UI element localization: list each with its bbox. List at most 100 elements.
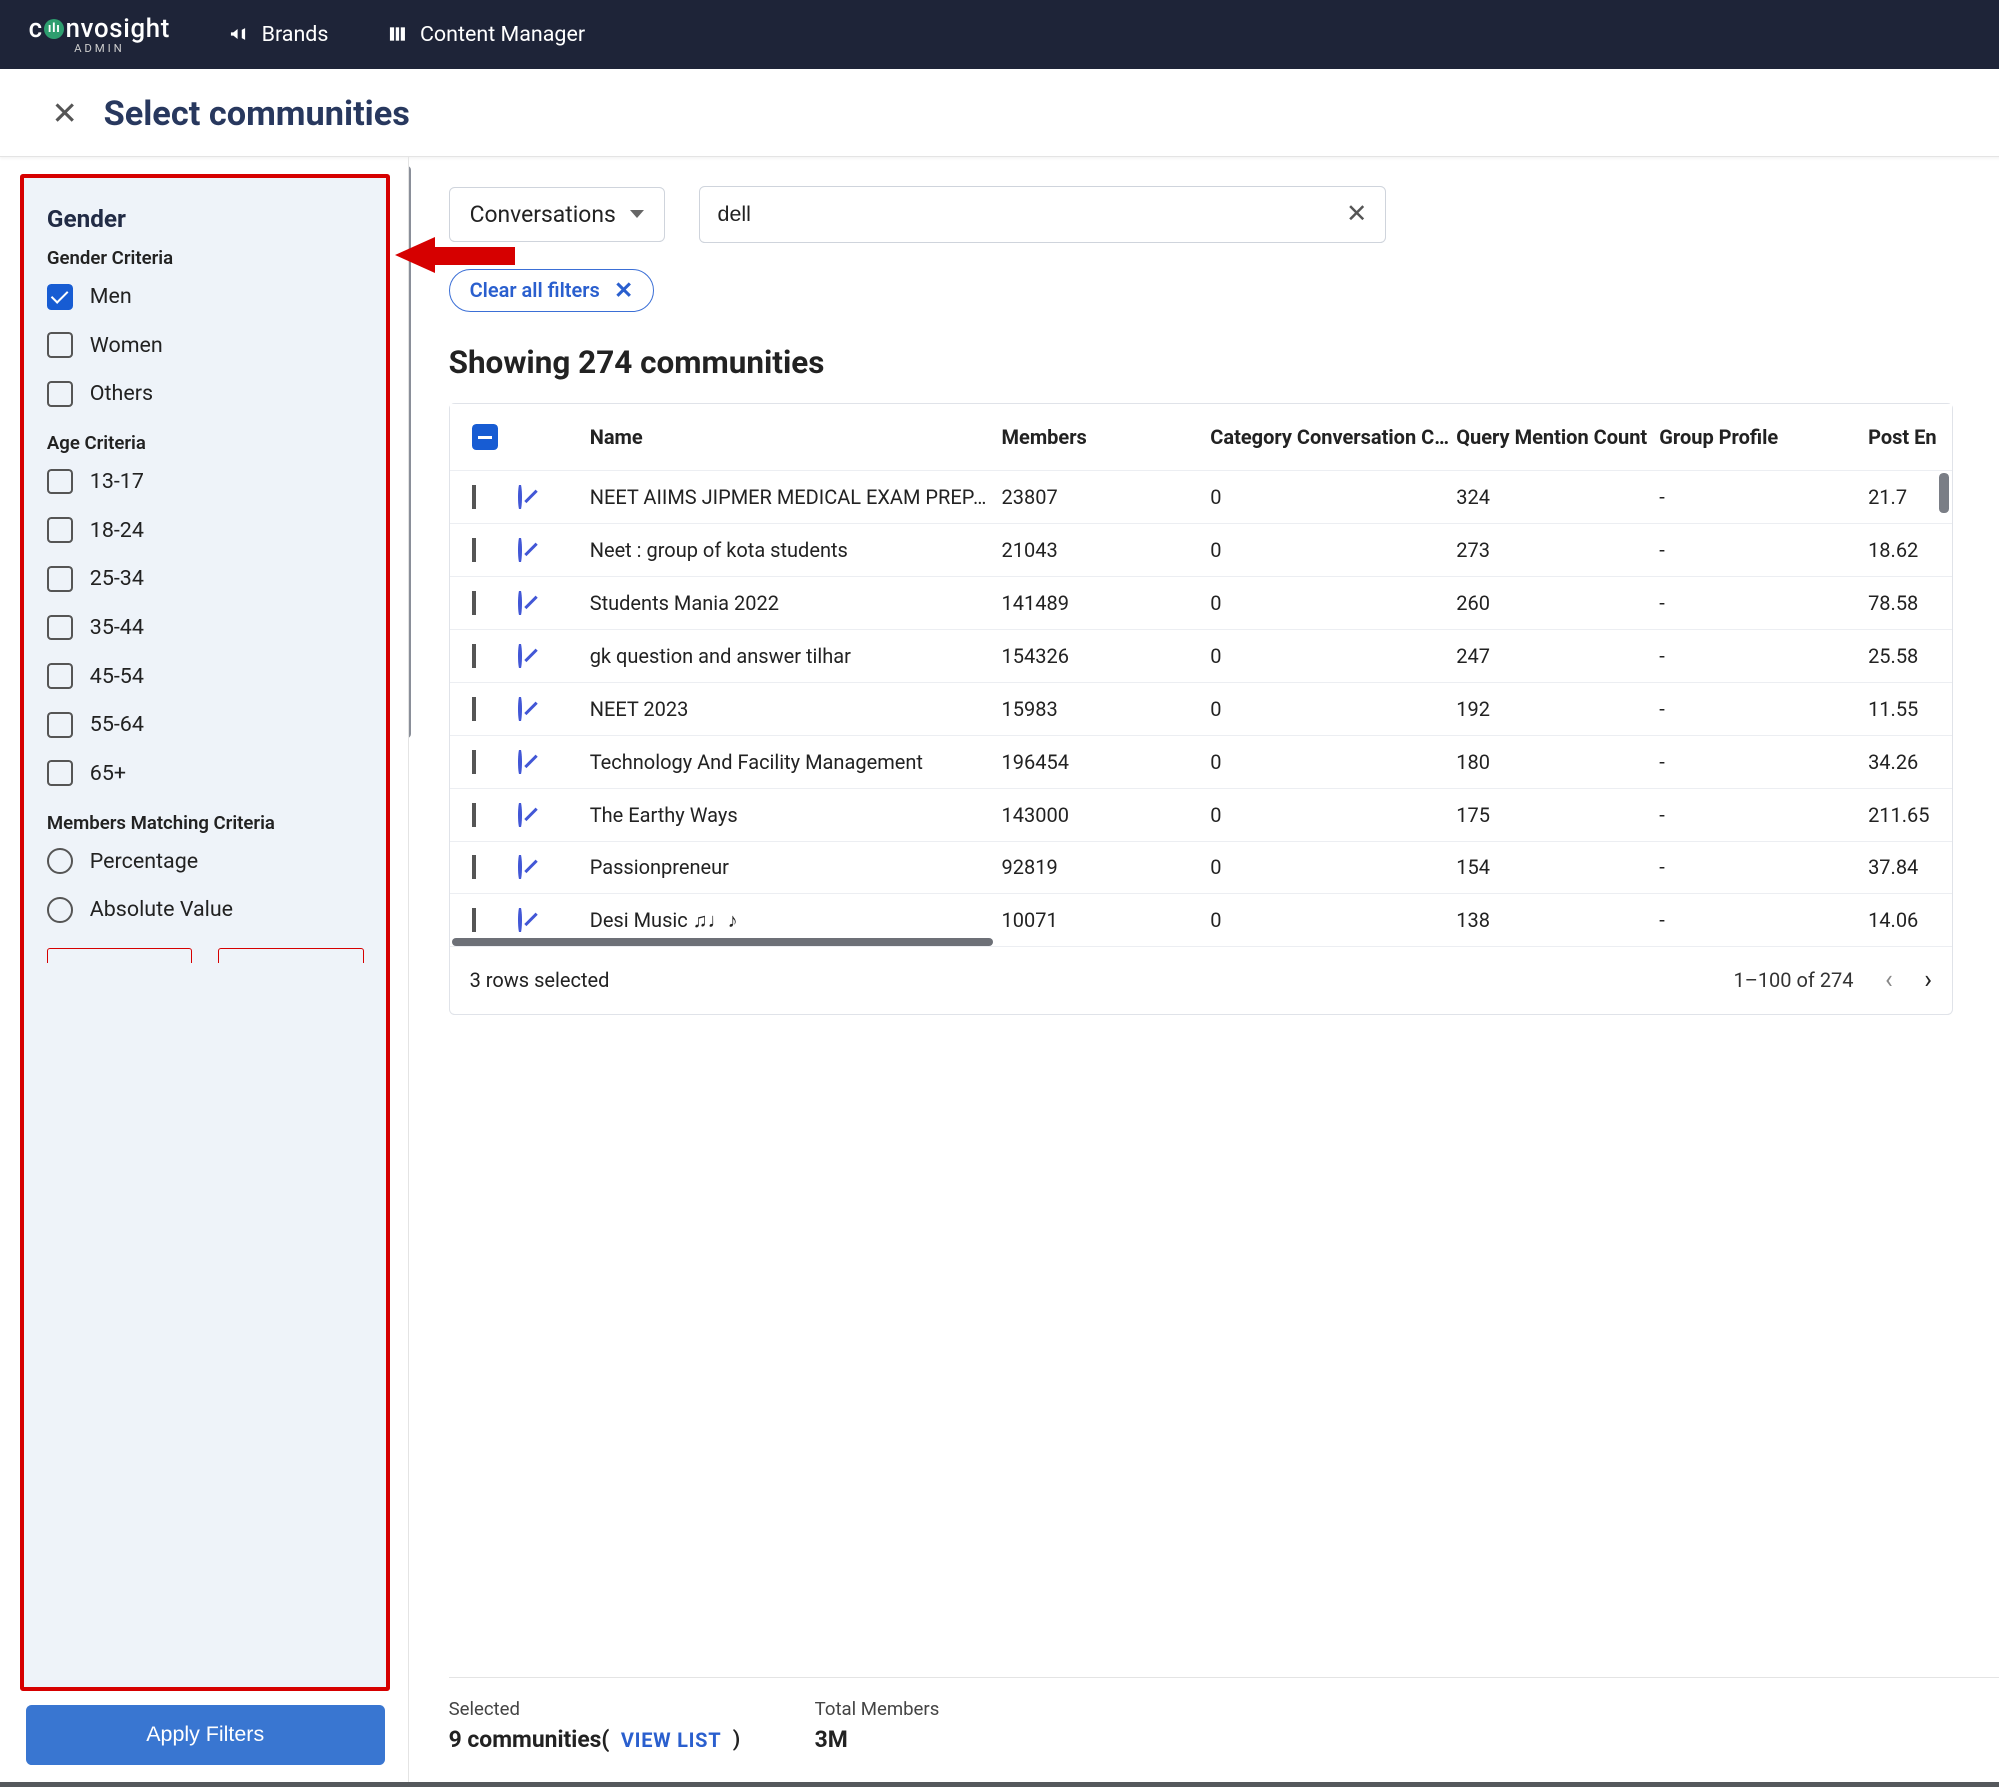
row-members: 23807 bbox=[996, 485, 1205, 509]
row-status-icon-cell[interactable] bbox=[512, 803, 584, 827]
row-category-conv: 0 bbox=[1205, 591, 1451, 615]
row-status-icon-cell[interactable] bbox=[512, 644, 584, 668]
filter-gender-others[interactable]: Others bbox=[47, 381, 364, 407]
horizontal-scrollbar-icon[interactable] bbox=[452, 938, 993, 947]
table-row[interactable]: NEET AIIMS JIPMER MEDICAL EXAM PREPAR238… bbox=[450, 470, 1952, 523]
block-icon bbox=[518, 644, 522, 668]
row-group-profile: - bbox=[1654, 750, 1863, 774]
row-category-conv: 0 bbox=[1205, 803, 1451, 827]
hidden-input-box[interactable] bbox=[218, 948, 363, 962]
filter-age-18-24[interactable]: 18-24 bbox=[47, 517, 364, 543]
logo-prefix: c bbox=[29, 14, 43, 44]
clear-filters-label: Clear all filters bbox=[470, 278, 600, 302]
th-members[interactable]: Members bbox=[996, 404, 1205, 470]
checkbox-icon bbox=[472, 697, 476, 721]
block-icon bbox=[518, 591, 522, 615]
selected-count: 9 communities( bbox=[449, 1726, 610, 1753]
row-category-conv: 0 bbox=[1205, 538, 1451, 562]
view-list-link[interactable]: VIEW LIST bbox=[621, 1728, 721, 1752]
clear-search-icon[interactable]: ✕ bbox=[1346, 199, 1368, 229]
checkbox-icon bbox=[472, 855, 476, 879]
search-box[interactable]: ✕ bbox=[699, 186, 1385, 243]
filter-hidden-inputs bbox=[47, 948, 364, 962]
th-post-en[interactable]: Post En bbox=[1862, 404, 1976, 470]
row-group-profile: - bbox=[1654, 538, 1863, 562]
block-icon bbox=[518, 750, 522, 774]
table-row[interactable]: The Earthy Ways1430000175-211.65 bbox=[450, 788, 1952, 841]
filter-option-label: Percentage bbox=[90, 849, 198, 874]
row-checkbox[interactable] bbox=[450, 538, 513, 562]
row-status-icon-cell[interactable] bbox=[512, 855, 584, 879]
th-query-mention[interactable]: Query Mention Count bbox=[1451, 404, 1654, 470]
filter-matching-absolute[interactable]: Absolute Value bbox=[47, 897, 364, 923]
dropdown-label: Conversations bbox=[470, 201, 616, 228]
filter-age-45-54[interactable]: 45-54 bbox=[47, 663, 364, 689]
table-row[interactable]: Passionpreneur928190154-37.84 bbox=[450, 841, 1952, 894]
logo[interactable]: cılınvosight ADMIN bbox=[29, 14, 171, 55]
th-name[interactable]: Name bbox=[584, 404, 996, 470]
nav-brands[interactable]: Brands bbox=[227, 22, 328, 47]
checkbox-icon bbox=[47, 615, 73, 641]
filter-matching-percentage[interactable]: Percentage bbox=[47, 848, 364, 874]
conversations-dropdown[interactable]: Conversations bbox=[449, 187, 666, 242]
page-title: Select communities bbox=[104, 94, 410, 134]
th-group-profile[interactable]: Group Profile bbox=[1654, 404, 1863, 470]
row-status-icon-cell[interactable] bbox=[512, 908, 584, 932]
pager-range: 1–100 of 274 bbox=[1733, 968, 1853, 992]
row-status-icon-cell[interactable] bbox=[512, 750, 584, 774]
total-members-label: Total Members bbox=[815, 1698, 940, 1720]
close-icon[interactable]: ✕ bbox=[51, 95, 77, 132]
block-icon bbox=[518, 538, 522, 562]
apply-filters-button[interactable]: Apply Filters bbox=[26, 1705, 385, 1764]
row-status-icon-cell[interactable] bbox=[512, 485, 584, 509]
checkbox-icon bbox=[47, 517, 73, 543]
row-name: Neet : group of kota students bbox=[584, 538, 996, 562]
row-checkbox[interactable] bbox=[450, 591, 513, 615]
nav-content-manager[interactable]: Content Manager bbox=[386, 22, 585, 47]
filter-age-criteria: Age Criteria bbox=[47, 432, 364, 454]
table-footer: 3 rows selected 1–100 of 274 ‹ › bbox=[450, 946, 1952, 1013]
row-post-en: 18.62 bbox=[1862, 538, 1976, 562]
block-icon bbox=[518, 803, 522, 827]
hidden-input-box[interactable] bbox=[47, 948, 192, 962]
row-status-icon-cell[interactable] bbox=[512, 697, 584, 721]
row-checkbox[interactable] bbox=[450, 803, 513, 827]
scrollbar-icon[interactable] bbox=[408, 166, 412, 738]
row-checkbox[interactable] bbox=[450, 750, 513, 774]
row-checkbox[interactable] bbox=[450, 697, 513, 721]
filter-gender-men[interactable]: Men bbox=[47, 284, 364, 310]
table-row[interactable]: Technology And Facility Management196454… bbox=[450, 735, 1952, 788]
table-row[interactable]: gk question and answer tilhar1543260247-… bbox=[450, 629, 1952, 682]
filter-option-label: 18-24 bbox=[90, 518, 144, 543]
table-row[interactable]: Students Mania 20221414890260-78.58 bbox=[450, 576, 1952, 629]
pager-next-button[interactable]: › bbox=[1924, 965, 1932, 995]
filter-age-65plus[interactable]: 65+ bbox=[47, 760, 364, 786]
logo-text: nvosight bbox=[66, 14, 171, 44]
row-checkbox[interactable] bbox=[450, 855, 513, 879]
row-status-icon-cell[interactable] bbox=[512, 538, 584, 562]
row-query-mention: 175 bbox=[1451, 803, 1654, 827]
filter-age-35-44[interactable]: 35-44 bbox=[47, 615, 364, 641]
pager-prev-button[interactable]: ‹ bbox=[1885, 965, 1893, 995]
filter-age-13-17[interactable]: 13-17 bbox=[47, 469, 364, 495]
row-group-profile: - bbox=[1654, 803, 1863, 827]
total-members-value: 3M bbox=[815, 1726, 940, 1753]
checkbox-icon bbox=[47, 663, 73, 689]
table-row[interactable]: Neet : group of kota students210430273-1… bbox=[450, 523, 1952, 576]
filter-age-55-64[interactable]: 55-64 bbox=[47, 712, 364, 738]
filter-age-25-34[interactable]: 25-34 bbox=[47, 566, 364, 592]
row-checkbox[interactable] bbox=[450, 644, 513, 668]
logo-dot-icon: ılı bbox=[44, 19, 64, 39]
table-row[interactable]: NEET 2023159830192-11.55 bbox=[450, 682, 1952, 735]
clear-all-filters-button[interactable]: Clear all filters ✕ bbox=[449, 269, 655, 312]
row-checkbox[interactable] bbox=[450, 908, 513, 932]
th-category-conv[interactable]: Category Conversation C… bbox=[1205, 404, 1451, 470]
row-status-icon-cell[interactable] bbox=[512, 591, 584, 615]
row-category-conv: 0 bbox=[1205, 908, 1451, 932]
filter-gender-women[interactable]: Women bbox=[47, 332, 364, 358]
th-select-all[interactable] bbox=[450, 404, 513, 470]
row-category-conv: 0 bbox=[1205, 644, 1451, 668]
vertical-scrollbar-icon[interactable] bbox=[1939, 473, 1949, 513]
row-checkbox[interactable] bbox=[450, 485, 513, 509]
search-input[interactable] bbox=[718, 202, 1347, 227]
